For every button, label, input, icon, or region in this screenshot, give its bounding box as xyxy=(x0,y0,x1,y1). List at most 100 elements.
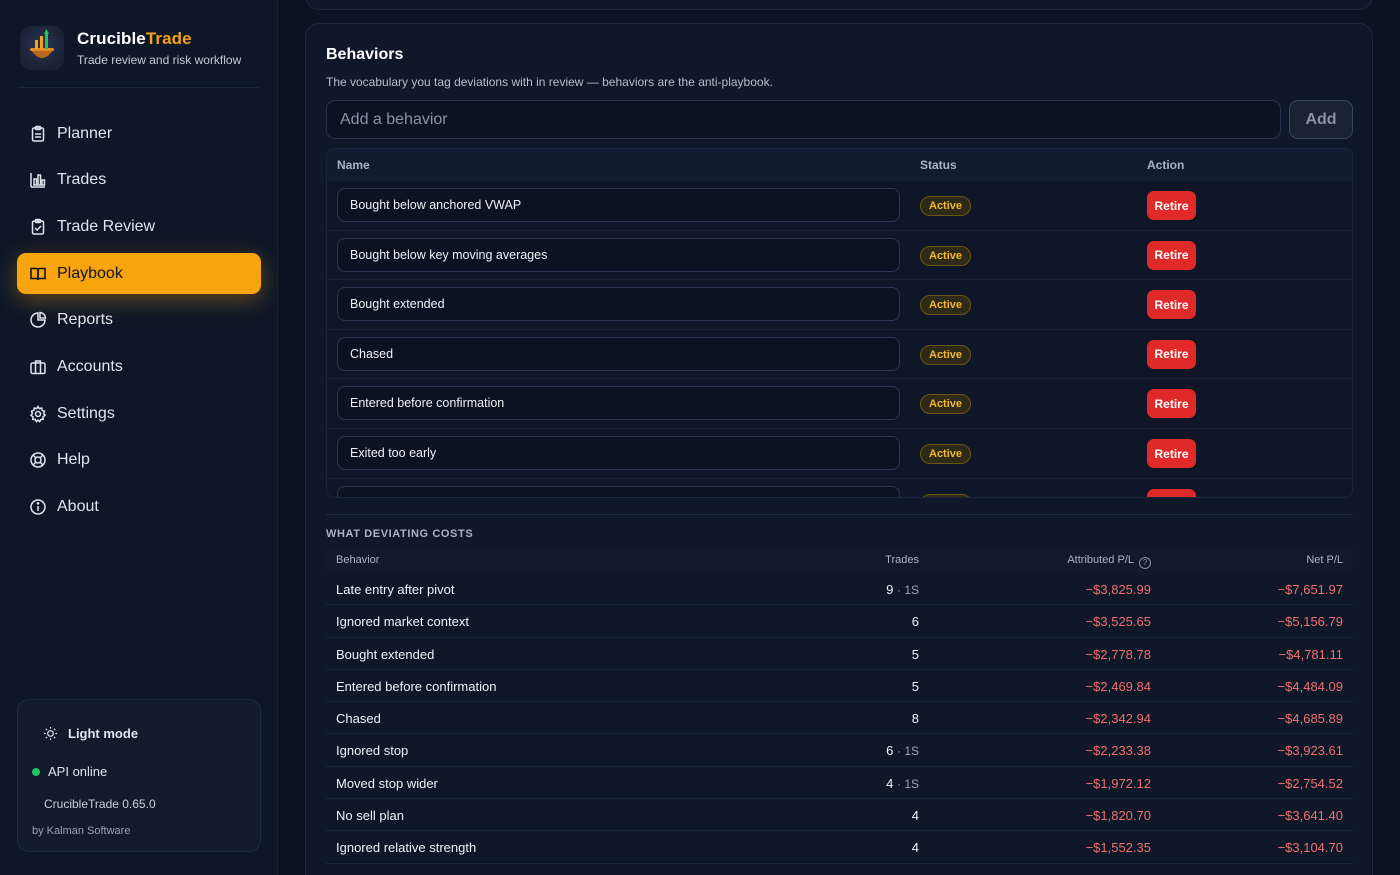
nav-item-settings[interactable]: Settings xyxy=(17,393,261,434)
deviation-costs-table: Behavior Trades Attributed P/L? Net P/L … xyxy=(326,546,1353,864)
add-behavior-input[interactable] xyxy=(326,100,1281,139)
net-pl-cell: −$3,641.40 xyxy=(1277,808,1343,824)
table-row[interactable]: Ignored stop 6 · 1S −$2,233.38 −$3,923.6… xyxy=(326,734,1353,767)
retire-button[interactable]: Retire xyxy=(1147,389,1196,419)
nav-item-planner[interactable]: Planner xyxy=(17,113,261,154)
behavior-name-field[interactable]: Bought below anchored VWAP xyxy=(337,188,900,222)
nav-label: Planner xyxy=(57,124,113,142)
net-pl-cell: −$4,781.11 xyxy=(1278,646,1343,662)
nav-item-reports[interactable]: Reports xyxy=(17,300,261,341)
net-pl-cell: −$4,484.09 xyxy=(1277,678,1343,694)
help-icon[interactable]: ? xyxy=(1139,557,1151,569)
table-row: Exited too early Active Retire xyxy=(327,429,1352,479)
nav-label: Settings xyxy=(57,404,115,422)
behavior-name-field[interactable] xyxy=(337,485,900,497)
column-header-net[interactable]: Net P/L xyxy=(1306,554,1343,566)
table-row[interactable]: Chased 8 −$2,342.94 −$4,685.89 xyxy=(326,702,1353,735)
behavior-name-field[interactable]: Exited too early xyxy=(337,436,900,470)
table-row[interactable]: Bought extended 5 −$2,778.78 −$4,781.11 xyxy=(326,638,1353,670)
table-row[interactable]: Ignored relative strength 4 −$1,552.35 −… xyxy=(326,831,1353,864)
column-header-attributed[interactable]: Attributed P/L? xyxy=(1067,554,1151,569)
retire-button[interactable]: Retire xyxy=(1147,240,1196,270)
retire-button[interactable] xyxy=(1147,488,1196,497)
net-pl-cell: −$5,156.79 xyxy=(1277,614,1343,630)
column-header-trades[interactable]: Trades xyxy=(885,554,919,566)
trades-cell: 5 xyxy=(912,679,919,694)
retire-button[interactable]: Retire xyxy=(1147,191,1196,220)
status-card: Light mode API online CrucibleTrade 0.65… xyxy=(17,699,261,852)
trades-cell: 8 xyxy=(912,711,919,726)
previous-card xyxy=(305,0,1373,10)
behaviors-table[interactable]: Name Status Action Bought below anchored… xyxy=(326,148,1353,498)
clipboard-check-icon xyxy=(31,218,45,235)
net-pl-cell: −$3,104.70 xyxy=(1277,840,1343,856)
behavior-name-field[interactable]: Chased xyxy=(337,336,900,371)
trades-extra: · 1S xyxy=(896,744,919,759)
nav-label: About xyxy=(57,498,99,515)
nav-label: Playbook xyxy=(57,264,123,282)
table-row[interactable]: No sell plan 4 −$1,820.70 −$3,641.40 xyxy=(326,799,1353,832)
trades-count: 4 xyxy=(911,808,919,824)
retire-button[interactable]: Retire xyxy=(1147,339,1196,369)
status-badge: Active xyxy=(920,295,972,316)
behavior-cell: Entered before confirmation xyxy=(336,678,497,694)
trades-cell: 4 xyxy=(912,840,919,855)
trades-cell: 6 · 1S xyxy=(886,743,919,758)
light-mode-toggle[interactable]: Light mode xyxy=(43,726,138,741)
net-pl-cell: −$7,651.97 xyxy=(1277,582,1343,597)
behavior-name-field[interactable]: Bought below key moving averages xyxy=(337,237,900,272)
table-row: Bought extended Active Retire xyxy=(327,280,1352,330)
trades-count: 6 xyxy=(911,614,919,630)
status-badge: Active xyxy=(920,444,972,464)
table-row[interactable]: Moved stop wider 4 · 1S −$1,972.12 −$2,7… xyxy=(326,767,1353,800)
nav-label: Accounts xyxy=(57,357,123,375)
column-header-behavior[interactable]: Behavior xyxy=(336,554,379,566)
nav-item-trade-review[interactable]: Trade Review xyxy=(17,206,261,247)
trades-count: 4 xyxy=(911,840,919,856)
table-row[interactable]: Late entry after pivot 9 · 1S −$3,825.99… xyxy=(326,573,1353,606)
behavior-name-field[interactable]: Entered before confirmation xyxy=(337,386,900,421)
nav-item-playbook[interactable]: Playbook xyxy=(17,253,261,295)
table-row: Bought below anchored VWAP Active Retire xyxy=(327,181,1352,231)
behavior-name-field[interactable]: Bought extended xyxy=(337,287,900,322)
nav-item-accounts[interactable]: Accounts xyxy=(17,346,261,387)
logo-icon xyxy=(20,26,64,70)
api-status: API online xyxy=(32,764,107,779)
net-pl-cell: −$2,754.52 xyxy=(1277,775,1343,791)
behavior-cell: Bought extended xyxy=(336,646,435,662)
costs-section-label: WHAT DEVIATING COSTS xyxy=(326,528,474,540)
lifebuoy-icon xyxy=(30,452,46,469)
attributed-pl-cell: −$3,825.99 xyxy=(1085,582,1151,597)
trades-cell: 6 xyxy=(912,614,919,629)
retire-button[interactable]: Retire xyxy=(1147,439,1196,468)
status-dot-icon xyxy=(32,767,40,776)
net-pl-cell: −$3,923.61 xyxy=(1277,743,1343,759)
attributed-pl-cell: −$2,342.94 xyxy=(1085,711,1151,727)
retire-button[interactable]: Retire xyxy=(1147,290,1196,320)
trades-count: 9 xyxy=(886,582,894,597)
book-open-icon xyxy=(30,267,46,280)
behavior-cell: Moved stop wider xyxy=(336,775,438,791)
brand[interactable]: CrucibleTrade Trade review and risk work… xyxy=(20,26,241,70)
trades-extra: · 1S xyxy=(896,776,919,791)
main-nav: Planner Trades Trade Review Playbook Rep… xyxy=(17,113,261,533)
info-icon xyxy=(30,499,46,515)
nav-label: Trade Review xyxy=(57,217,156,235)
nav-item-trades[interactable]: Trades xyxy=(17,160,261,201)
table-row: Entered before confirmation Active Retir… xyxy=(327,379,1352,429)
gear-icon xyxy=(29,404,47,423)
trades-count: 5 xyxy=(911,646,919,662)
divider xyxy=(18,87,259,88)
table-row[interactable]: Entered before confirmation 5 −$2,469.84… xyxy=(326,670,1353,703)
table-row: Bought below key moving averages Active … xyxy=(327,231,1352,281)
table-row[interactable]: Ignored market context 6 −$3,525.65 −$5,… xyxy=(326,605,1353,638)
add-behavior-button[interactable]: Add xyxy=(1289,100,1353,139)
nav-item-about[interactable]: About xyxy=(17,487,261,528)
trades-count: 4 xyxy=(886,775,894,791)
trades-count: 6 xyxy=(886,743,894,759)
nav-item-help[interactable]: Help xyxy=(17,440,261,481)
trades-cell: 4 · 1S xyxy=(886,776,919,791)
attributed-pl-cell: −$1,820.70 xyxy=(1085,808,1151,824)
behavior-cell: Chased xyxy=(336,711,381,727)
sidebar: CrucibleTrade Trade review and risk work… xyxy=(0,0,278,875)
